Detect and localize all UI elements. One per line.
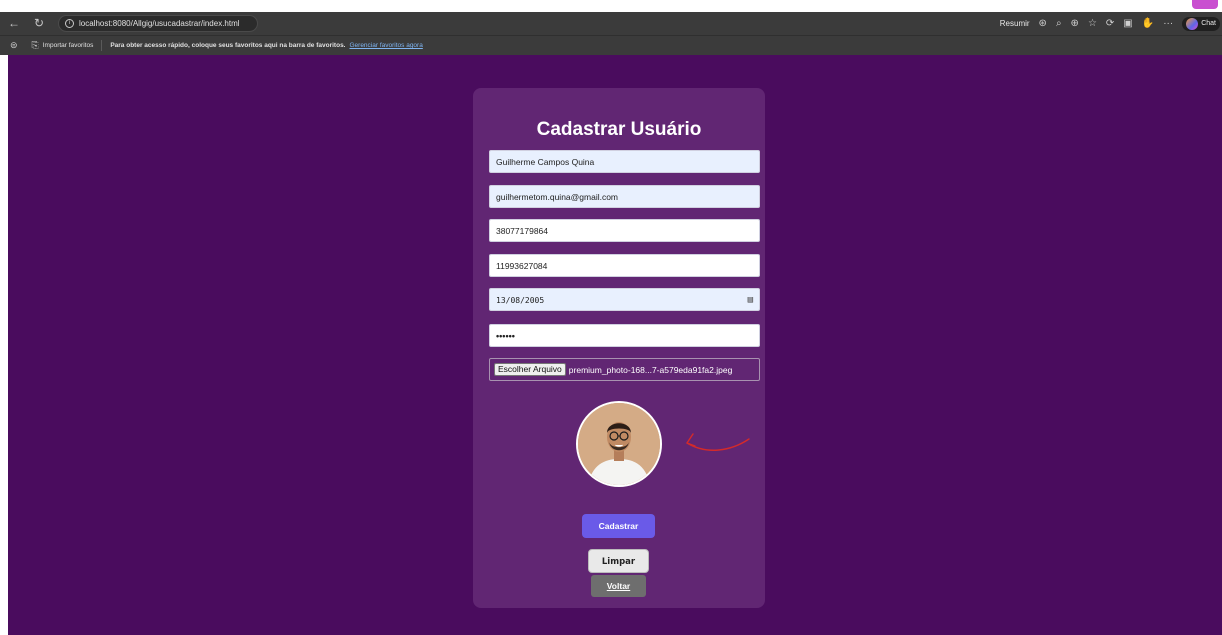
- extensions-icon[interactable]: ⟳: [1106, 18, 1114, 30]
- cpf-input[interactable]: 38077179864: [489, 219, 760, 242]
- info-icon[interactable]: i: [65, 19, 74, 28]
- split-screen-icon[interactable]: ▣: [1123, 18, 1132, 30]
- birthdate-input[interactable]: 13/08/2005 ▤: [489, 288, 760, 311]
- zoom-icon[interactable]: ⊕: [1071, 18, 1079, 30]
- chat-label: Chat: [1201, 20, 1216, 27]
- birthdate-value: 13/08/2005: [496, 296, 545, 305]
- folder-icon: ⎘: [31, 40, 39, 50]
- favorites-message: Para obter acesso rápido, coloque seus f…: [110, 42, 346, 49]
- page-title: Cadastrar Usuário: [536, 119, 702, 140]
- choose-file-button[interactable]: Escolher Arquivo: [494, 363, 566, 376]
- favorites-divider: [101, 40, 103, 51]
- pointer-arrow-icon: [686, 433, 750, 451]
- profile-photo-preview: [576, 401, 662, 487]
- submit-button[interactable]: Cadastrar: [582, 514, 655, 538]
- tab-actions-icon[interactable]: ⊜: [10, 40, 18, 51]
- password-input[interactable]: ••••••: [489, 324, 760, 347]
- favorites-bar: ⊜ ⎘ Importar favoritos Para obter acesso…: [0, 35, 1222, 55]
- phone-input[interactable]: 11993627084: [489, 254, 760, 277]
- window-corner-badge: [1192, 0, 1218, 9]
- read-aloud-icon[interactable]: ⌕: [1056, 18, 1062, 30]
- resumir-button[interactable]: Resumir: [1000, 19, 1030, 28]
- copilot-icon: [1186, 17, 1199, 30]
- refresh-icon[interactable]: ↻: [34, 16, 44, 30]
- copilot-chat-button[interactable]: Chat: [1182, 16, 1220, 31]
- window-top-strip: [0, 0, 1222, 12]
- import-favorites-label: Importar favoritos: [42, 42, 94, 49]
- selected-file-name: premium_photo-168...7-a579eda91fa2.jpeg: [568, 364, 733, 375]
- back-icon[interactable]: ←: [8, 16, 20, 30]
- photo-file-input[interactable]: Escolher Arquivo premium_photo-168...7-a…: [489, 358, 760, 381]
- email-input[interactable]: guilhermetom.quina@gmail.com: [489, 185, 760, 208]
- manage-favorites-link[interactable]: Gerenciar favoritos agora: [349, 42, 422, 49]
- person-photo: [578, 403, 660, 485]
- address-bar[interactable]: i localhost:8080/Allgig/usucadastrar/ind…: [58, 15, 258, 32]
- browser-toolbar: ← ↻ i localhost:8080/Allgig/usucadastrar…: [0, 12, 1222, 35]
- translate-icon[interactable]: ⊛: [1039, 18, 1047, 30]
- page-background: Cadastrar Usuário Guilherme Campos Quina…: [8, 55, 1222, 635]
- clear-button[interactable]: Limpar: [588, 549, 649, 573]
- toolbar-actions: Resumir ⊛ ⌕ ⊕ ☆ ⟳ ▣ ✋ ··· Chat: [1000, 16, 1220, 31]
- address-url[interactable]: localhost:8080/Allgig/usucadastrar/index…: [79, 19, 240, 28]
- more-icon[interactable]: ···: [1163, 18, 1173, 30]
- register-card: Cadastrar Usuário Guilherme Campos Quina…: [473, 88, 765, 608]
- back-button[interactable]: Voltar: [591, 575, 646, 597]
- profile-icon[interactable]: ✋: [1142, 18, 1154, 30]
- favorite-star-icon[interactable]: ☆: [1088, 18, 1097, 30]
- import-favorites-button[interactable]: ⎘ Importar favoritos: [32, 40, 94, 51]
- name-input[interactable]: Guilherme Campos Quina: [489, 150, 760, 173]
- calendar-icon[interactable]: ▤: [748, 289, 753, 312]
